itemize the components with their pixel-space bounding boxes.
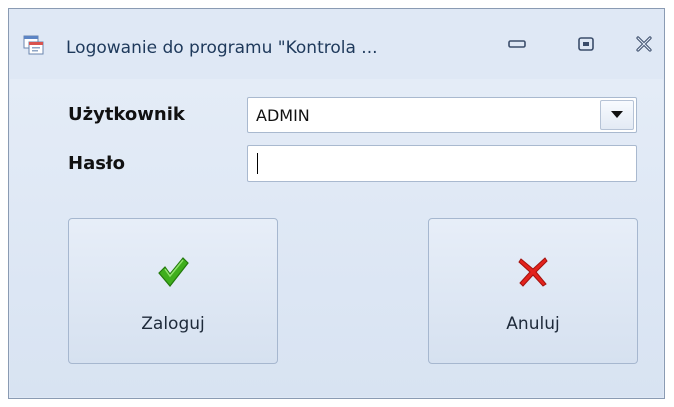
app-icon [23, 35, 45, 55]
dialog-body: Użytkownik ADMIN Hasło Zaloguj Anuluj [10, 79, 663, 397]
user-label: Użytkownik [68, 104, 185, 125]
cancel-button-label: Anuluj [506, 314, 560, 334]
minimize-icon [508, 40, 526, 48]
chevron-down-icon [611, 111, 623, 118]
cancel-button[interactable]: Anuluj [428, 218, 638, 364]
login-button[interactable]: Zaloguj [68, 218, 278, 364]
password-field[interactable] [247, 145, 637, 182]
cross-icon [516, 255, 550, 289]
minimize-button[interactable] [500, 31, 534, 57]
close-icon [636, 36, 652, 52]
checkmark-icon [156, 255, 190, 289]
close-button[interactable] [627, 31, 661, 57]
login-button-label: Zaloguj [141, 314, 205, 334]
dropdown-button[interactable] [600, 100, 634, 130]
maximize-button[interactable] [569, 31, 603, 57]
window-title: Logowanie do programu "Kontrola ... [66, 38, 378, 58]
user-select-value: ADMIN [256, 106, 310, 125]
login-dialog: Logowanie do programu "Kontrola ... Użyt… [8, 8, 665, 399]
password-label: Hasło [68, 153, 125, 174]
maximize-icon [578, 37, 594, 51]
user-select[interactable]: ADMIN [247, 97, 637, 133]
text-caret [257, 153, 258, 174]
title-bar[interactable]: Logowanie do programu "Kontrola ... [9, 9, 664, 79]
